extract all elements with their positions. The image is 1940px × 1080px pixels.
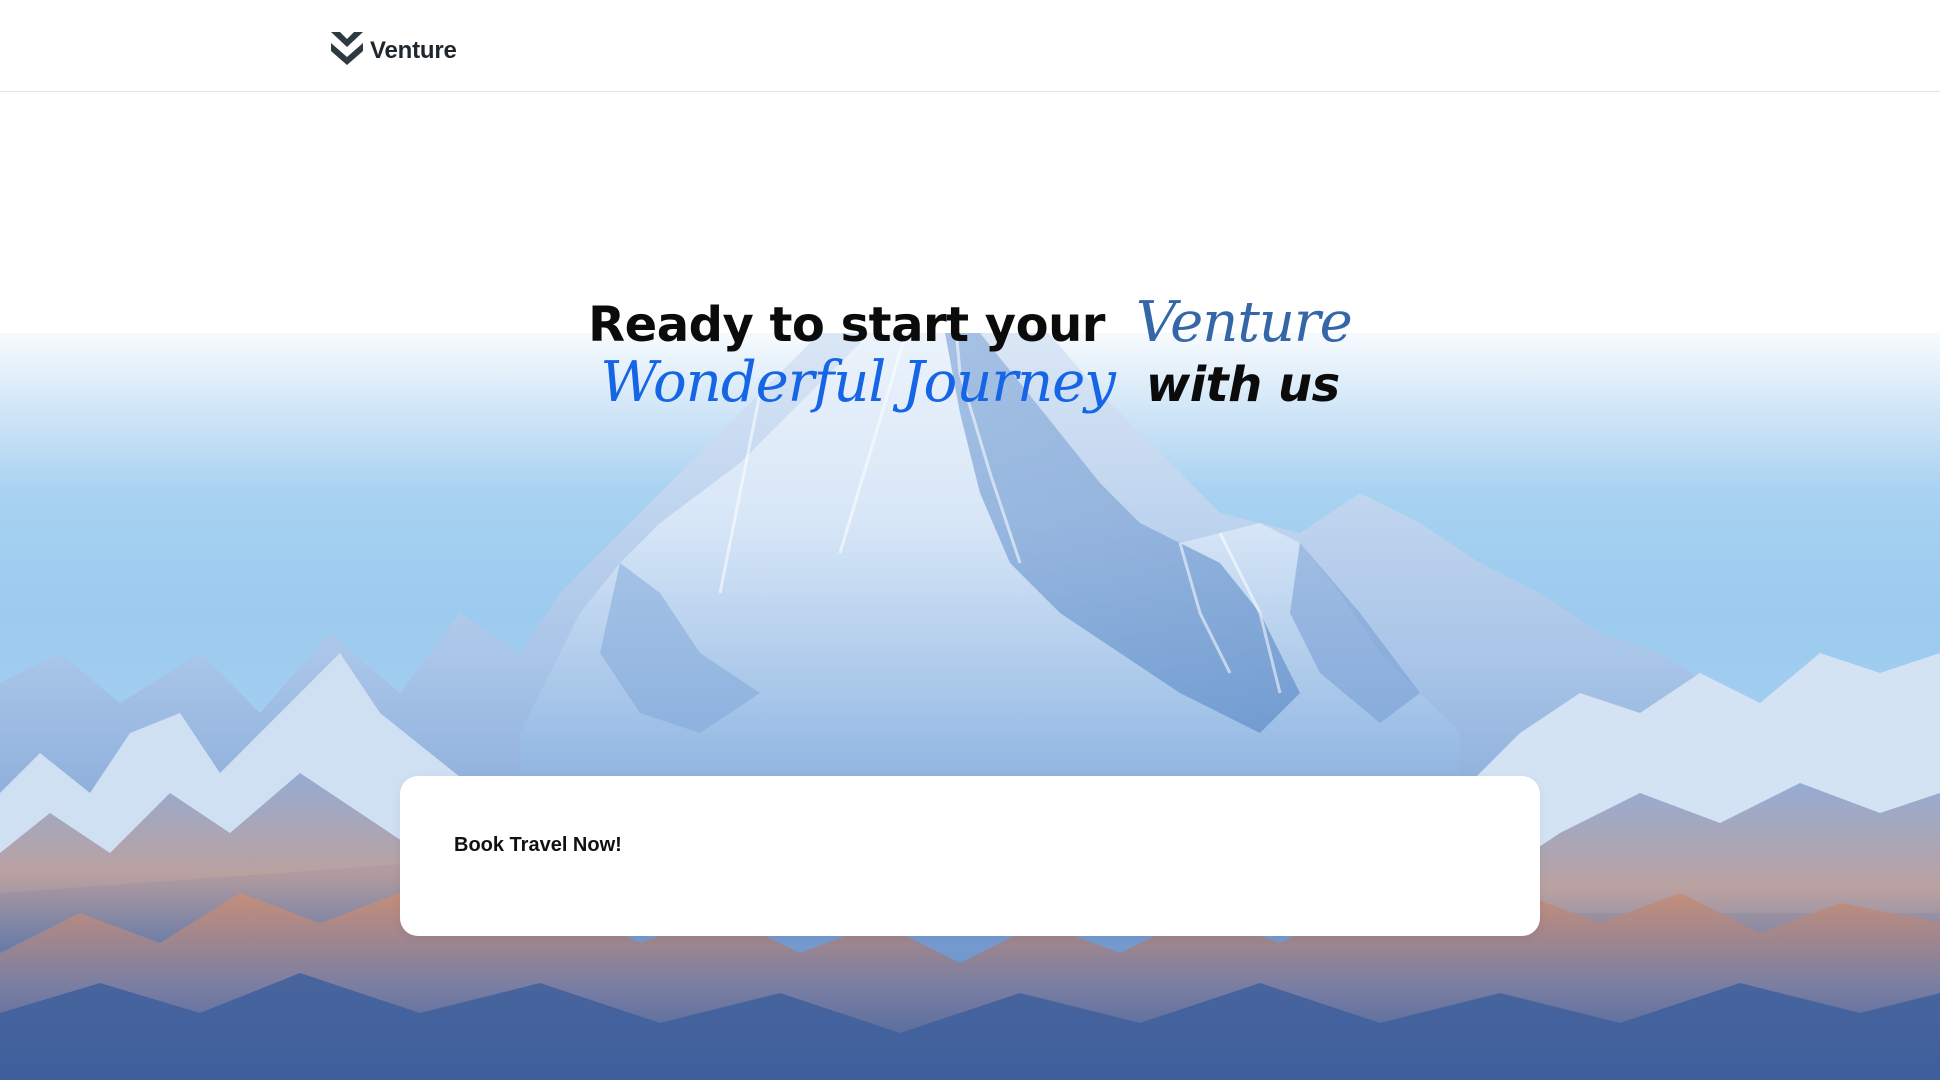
brand-logo-link[interactable]: Venture	[330, 28, 457, 68]
top-navbar: Venture	[0, 0, 1940, 92]
venture-chevron-logo-icon	[330, 30, 364, 66]
brand-name: Venture	[370, 37, 457, 64]
headline-accent-venture: Venture	[1135, 290, 1353, 355]
booking-title: Book Travel Now!	[454, 834, 622, 856]
headline-line-1: Ready to start your Venture	[0, 290, 1940, 355]
headline-line-2: Wonderful Journey with us	[0, 350, 1940, 415]
headline-text-2: with us	[1145, 357, 1340, 413]
headline-accent-journey: Wonderful Journey	[600, 350, 1116, 415]
hero-headline: Ready to start your Venture Wonderful Jo…	[0, 290, 1940, 415]
booking-card[interactable]: Book Travel Now!	[400, 776, 1540, 936]
headline-text-1: Ready to start your	[588, 297, 1105, 353]
